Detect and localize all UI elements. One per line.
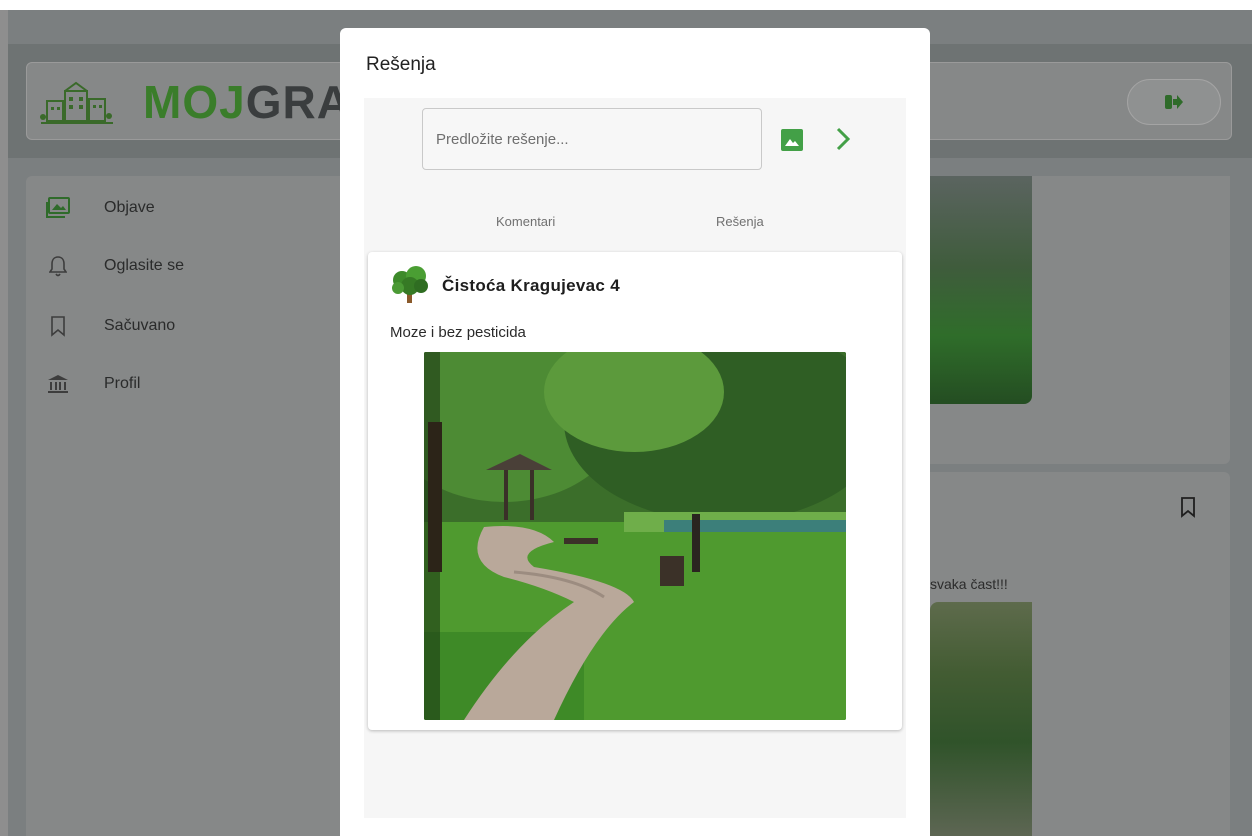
city-logo-icon bbox=[40, 81, 113, 124]
solution-input[interactable] bbox=[423, 109, 761, 169]
solutions-modal: Rešenja Komentari Rešenja Čistoća Kraguj… bbox=[340, 28, 930, 836]
sidebar-item-label: Profil bbox=[104, 375, 141, 392]
institution-icon bbox=[44, 370, 72, 398]
send-button[interactable] bbox=[830, 124, 856, 154]
app-logo-text: MOJGRA bbox=[143, 76, 351, 128]
feed-post-text: svaka čast!!! bbox=[930, 576, 1008, 592]
sidebar-item-label: Sačuvano bbox=[104, 317, 176, 334]
bookmark-icon[interactable] bbox=[1180, 496, 1196, 523]
feed-post-image bbox=[930, 602, 1032, 836]
logout-icon bbox=[1165, 95, 1183, 109]
attach-image-button[interactable] bbox=[778, 126, 806, 154]
modal-content: Komentari Rešenja Čistoća Kragujevac 4 M… bbox=[364, 98, 906, 818]
tab-komentari[interactable]: Komentari bbox=[496, 214, 555, 229]
bookmark-icon bbox=[44, 312, 72, 340]
modal-title: Rešenja bbox=[366, 54, 436, 75]
feed-post-image bbox=[930, 176, 1032, 404]
sidebar-item-label: Objave bbox=[104, 199, 155, 216]
image-icon bbox=[781, 129, 803, 151]
sidebar-item-objave[interactable]: Objave bbox=[44, 194, 155, 222]
sidebar-item-sacuvano[interactable]: Sačuvano bbox=[44, 312, 175, 340]
solution-author: Čistoća Kragujevac 4 bbox=[442, 276, 620, 295]
sidebar: Objave Oglasite se Sačuvano Profil bbox=[26, 176, 344, 836]
sidebar-item-label: Oglasite se bbox=[104, 257, 185, 274]
solution-card: Čistoća Kragujevac 4 Moze i bez pesticid… bbox=[368, 252, 902, 730]
sidebar-item-profil[interactable]: Profil bbox=[44, 370, 140, 398]
logout-button[interactable] bbox=[1127, 79, 1221, 125]
chevron-right-icon bbox=[836, 127, 851, 151]
avatar bbox=[392, 266, 428, 303]
top-strip bbox=[0, 0, 1252, 10]
solution-text: Moze i bez pesticida bbox=[390, 324, 526, 341]
bell-icon bbox=[44, 252, 72, 280]
solution-input-container bbox=[422, 108, 762, 170]
tab-resenja[interactable]: Rešenja bbox=[716, 214, 764, 229]
photos-icon bbox=[44, 194, 72, 222]
park-photo bbox=[424, 352, 846, 720]
sidebar-item-oglasite-se[interactable]: Oglasite se bbox=[44, 252, 184, 280]
